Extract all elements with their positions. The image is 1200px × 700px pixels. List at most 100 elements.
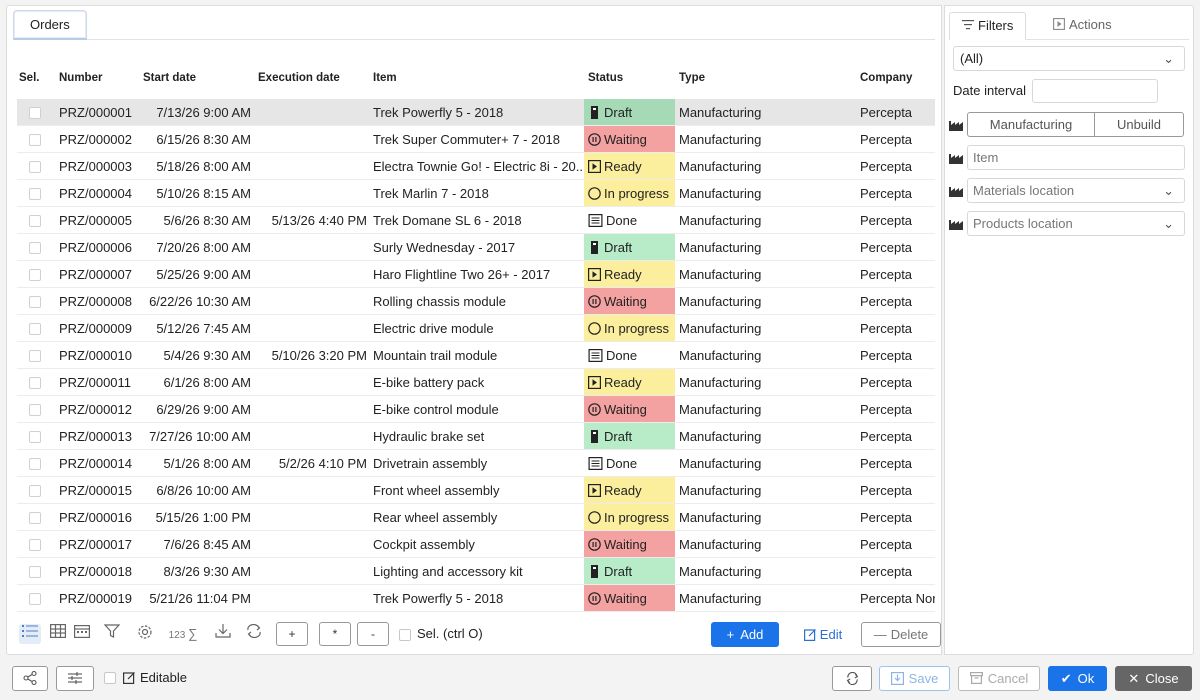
- table-row[interactable]: PRZ/000016 5/15/26 1:00 PM Rear wheel asse…: [17, 504, 935, 531]
- table-row[interactable]: PRZ/000010 5/4/26 9:30 AM 5/10/26 3:20 PM M…: [17, 342, 935, 369]
- save-label: Save: [908, 671, 939, 686]
- table-row[interactable]: PRZ/000002 6/15/26 8:30 AM Trek Super Comm…: [17, 126, 935, 153]
- cell-start-date: 7/6/26 8:45 AM: [163, 537, 251, 552]
- cell-number: PRZ/000009: [59, 321, 132, 336]
- cell-execution-date: [257, 558, 367, 584]
- row-checkbox[interactable]: [29, 431, 41, 443]
- settings-sliders-button[interactable]: [56, 666, 94, 691]
- row-checkbox[interactable]: [29, 458, 41, 470]
- row-checkbox[interactable]: [29, 323, 41, 335]
- close-button[interactable]: ✕ Close: [1115, 666, 1192, 691]
- table-row[interactable]: PRZ/000007 5/25/26 9:00 AM Haro Flightline…: [17, 261, 935, 288]
- row-checkbox[interactable]: [29, 566, 41, 578]
- collapse-minus-button[interactable]: -: [357, 622, 389, 646]
- status-label: In progress: [604, 321, 670, 336]
- refresh-cycle-icon[interactable]: [243, 624, 265, 644]
- col-company[interactable]: Company: [860, 60, 912, 96]
- table-row[interactable]: PRZ/000013 7/27/26 10:00 AM Hydraulic brak…: [17, 423, 935, 450]
- row-checkbox[interactable]: [29, 539, 41, 551]
- row-checkbox[interactable]: [29, 242, 41, 254]
- row-checkbox[interactable]: [29, 188, 41, 200]
- row-checkbox[interactable]: [29, 161, 41, 173]
- edit-icon: [123, 672, 135, 684]
- segment-manufacturing[interactable]: Manufacturing: [967, 112, 1095, 137]
- col-sel[interactable]: Sel.: [19, 60, 39, 96]
- tab-orders[interactable]: Orders: [13, 10, 87, 40]
- col-item[interactable]: Item: [373, 60, 397, 96]
- table-row[interactable]: PRZ/000004 5/10/26 8:15 AM Trek Marlin 7 -…: [17, 180, 935, 207]
- grid-view-icon[interactable]: [47, 624, 69, 644]
- col-number[interactable]: Number: [59, 60, 102, 96]
- cell-item: Haro Flightline Two 26+ - 2017: [373, 267, 551, 282]
- table-row[interactable]: PRZ/000015 6/8/26 10:00 AM Front wheel ass…: [17, 477, 935, 504]
- materials-location-select[interactable]: Materials location ⌄: [967, 178, 1185, 203]
- table-row[interactable]: PRZ/000005 5/6/26 8:30 AM 5/13/26 4:40 PM T…: [17, 207, 935, 234]
- list-view-icon[interactable]: [19, 624, 41, 644]
- table-row[interactable]: PRZ/000009 5/12/26 7:45 AM Electric drive …: [17, 315, 935, 342]
- cancel-button[interactable]: Cancel: [958, 666, 1040, 691]
- products-location-select[interactable]: Products location ⌄: [967, 211, 1185, 236]
- add-button[interactable]: + Add: [711, 622, 779, 647]
- table-row[interactable]: PRZ/000001 7/13/26 9:00 AM Trek Powerfly 5…: [17, 99, 935, 126]
- table-row[interactable]: PRZ/000017 7/6/26 8:45 AM Cockpit assembly…: [17, 531, 935, 558]
- row-checkbox[interactable]: [29, 296, 41, 308]
- orders-panel: Orders Sel. Number Start date Execution …: [6, 5, 942, 655]
- ok-button[interactable]: ✔ Ok: [1048, 666, 1107, 691]
- table-row[interactable]: PRZ/000019 5/21/26 11:04 PM Trek Powerfly …: [17, 585, 935, 612]
- row-checkbox[interactable]: [29, 377, 41, 389]
- row-checkbox[interactable]: [29, 485, 41, 497]
- col-status[interactable]: Status: [588, 60, 623, 96]
- row-checkbox[interactable]: [29, 350, 41, 362]
- table-row[interactable]: PRZ/000003 5/18/26 8:00 AM Electra Townie …: [17, 153, 935, 180]
- table-row[interactable]: PRZ/000018 8/3/26 9:30 AM Lighting and acc…: [17, 558, 935, 585]
- row-checkbox[interactable]: [29, 512, 41, 524]
- row-checkbox[interactable]: [29, 593, 41, 605]
- cell-type: Manufacturing: [679, 213, 762, 228]
- date-interval-input[interactable]: [1032, 79, 1158, 103]
- tab-actions[interactable]: Actions: [1041, 12, 1124, 40]
- tab-filters[interactable]: Filters: [949, 12, 1027, 40]
- all-select-value: (All): [960, 51, 984, 66]
- row-checkbox[interactable]: [29, 215, 41, 227]
- row-checkbox[interactable]: [29, 404, 41, 416]
- cell-type: Manufacturing: [679, 240, 762, 255]
- cell-execution-date: [257, 531, 367, 557]
- save-button[interactable]: Save: [879, 666, 950, 691]
- delete-button[interactable]: — Delete: [861, 622, 941, 647]
- calendar-icon[interactable]: [71, 624, 93, 644]
- cell-type: Manufacturing: [679, 429, 762, 444]
- cell-type: Manufacturing: [679, 132, 762, 147]
- download-icon[interactable]: [212, 624, 234, 644]
- table-row[interactable]: PRZ/000012 6/29/26 9:00 AM E-bike control …: [17, 396, 935, 423]
- share-button[interactable]: [12, 666, 48, 691]
- status-label: Waiting: [604, 294, 647, 309]
- star-button[interactable]: *: [319, 622, 351, 646]
- sum-icon[interactable]: 123 ∑: [165, 624, 201, 644]
- cell-type: Manufacturing: [679, 267, 762, 282]
- cell-number: PRZ/000013: [59, 429, 132, 444]
- segment-unbuild[interactable]: Unbuild: [1094, 112, 1184, 137]
- row-checkbox[interactable]: [29, 107, 41, 119]
- col-start-date[interactable]: Start date: [143, 60, 196, 96]
- cell-number: PRZ/000012: [59, 402, 132, 417]
- all-select[interactable]: (All) ⌄: [953, 46, 1185, 71]
- settings-icon[interactable]: [134, 624, 156, 644]
- table-row[interactable]: PRZ/000006 7/20/26 8:00 AM Surly Wednesday…: [17, 234, 935, 261]
- item-input[interactable]: Item: [967, 145, 1185, 170]
- row-checkbox[interactable]: [29, 269, 41, 281]
- col-execution-date[interactable]: Execution date: [258, 60, 340, 96]
- select-all-checkbox[interactable]: [399, 629, 411, 641]
- draft-icon: [591, 565, 598, 578]
- col-type[interactable]: Type: [679, 60, 705, 96]
- filter-icon[interactable]: [101, 624, 123, 644]
- table-row[interactable]: PRZ/000011 6/1/26 8:00 AM E-bike battery p…: [17, 369, 935, 396]
- table-row[interactable]: PRZ/000008 6/22/26 10:30 AM Rolling chassi…: [17, 288, 935, 315]
- orders-grid[interactable]: PRZ/000001 7/13/26 9:00 AM Trek Powerfly 5…: [17, 99, 935, 612]
- reload-button[interactable]: [832, 666, 872, 691]
- status-label: Ready: [604, 483, 642, 498]
- table-row[interactable]: PRZ/000014 5/1/26 8:00 AM 5/2/26 4:10 PM Dr…: [17, 450, 935, 477]
- editable-checkbox[interactable]: [104, 672, 116, 684]
- row-checkbox[interactable]: [29, 134, 41, 146]
- edit-button[interactable]: Edit: [797, 622, 849, 647]
- expand-plus-button[interactable]: +: [276, 622, 308, 646]
